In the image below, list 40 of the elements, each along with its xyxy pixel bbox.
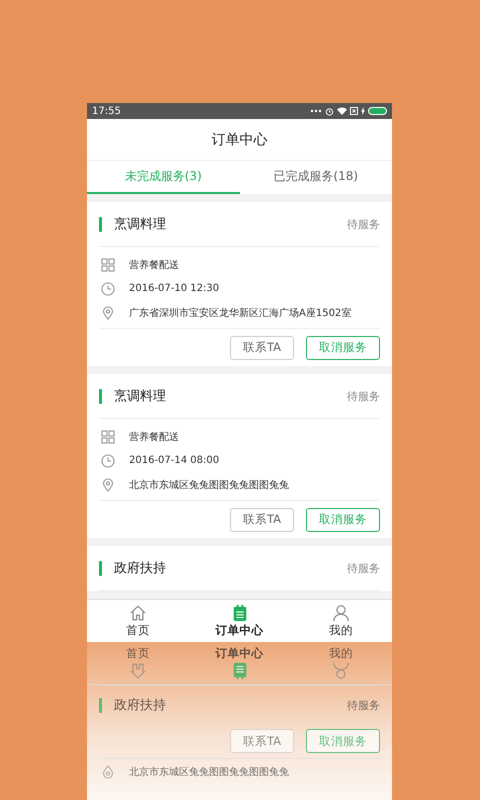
order-title: 政府扶持: [114, 560, 167, 577]
charging-icon: [361, 107, 365, 115]
order-status: 待服务: [347, 698, 380, 712]
service-type: 营养餐配送: [129, 430, 179, 444]
clipboard-icon: [230, 604, 248, 622]
service-address: 广东省深圳市宝安区龙华新区汇海广场A座1502室: [129, 306, 352, 320]
nav-tab[interactable]: 首页: [87, 642, 189, 684]
wifi-icon: [337, 107, 347, 115]
nav-tab[interactable]: 首页: [87, 600, 189, 642]
cancel-service-button[interactable]: 取消服务: [306, 508, 380, 532]
dots-icon: [310, 109, 322, 113]
alarm-icon: [325, 106, 334, 116]
status-time: 17:55: [92, 106, 122, 116]
contact-button[interactable]: 联系TA: [230, 508, 294, 532]
sim-icon: [350, 107, 358, 115]
order-title: 政府扶持: [114, 697, 167, 714]
nav-tab[interactable]: 订单中心: [188, 600, 290, 642]
clock-icon: [101, 454, 115, 468]
cancel-service-button[interactable]: 取消服务: [306, 336, 380, 360]
nav-tab[interactable]: 我的: [290, 642, 392, 684]
battery-icon: [368, 107, 388, 115]
service-time: 2016-07-14 08:00: [129, 455, 220, 466]
order-status: 待服务: [347, 216, 380, 232]
service-address: 北京市东城区兔兔图图兔兔图图兔兔: [129, 478, 289, 492]
nav-tab[interactable]: 我的: [290, 600, 392, 642]
order-title: 烹调料理: [114, 388, 167, 405]
order-status: 待服务: [347, 560, 380, 576]
page-title: 订单中心: [212, 130, 268, 148]
service-time: 2016-07-10 12:30: [129, 283, 220, 294]
contact-button[interactable]: 联系TA: [230, 729, 294, 753]
clipboard-icon: [230, 662, 248, 680]
nav-tab[interactable]: 订单中心: [188, 642, 290, 684]
order-status: 待服务: [347, 388, 380, 404]
order-title: 烹调料理: [114, 216, 167, 233]
service-type: 营养餐配送: [129, 258, 179, 272]
grid-icon: [101, 258, 115, 272]
clock-icon: [101, 282, 115, 296]
contact-button[interactable]: 联系TA: [230, 336, 294, 360]
grid-icon: [101, 430, 115, 444]
service-address: 北京市东城区兔兔图图兔兔图图兔兔: [129, 766, 289, 778]
